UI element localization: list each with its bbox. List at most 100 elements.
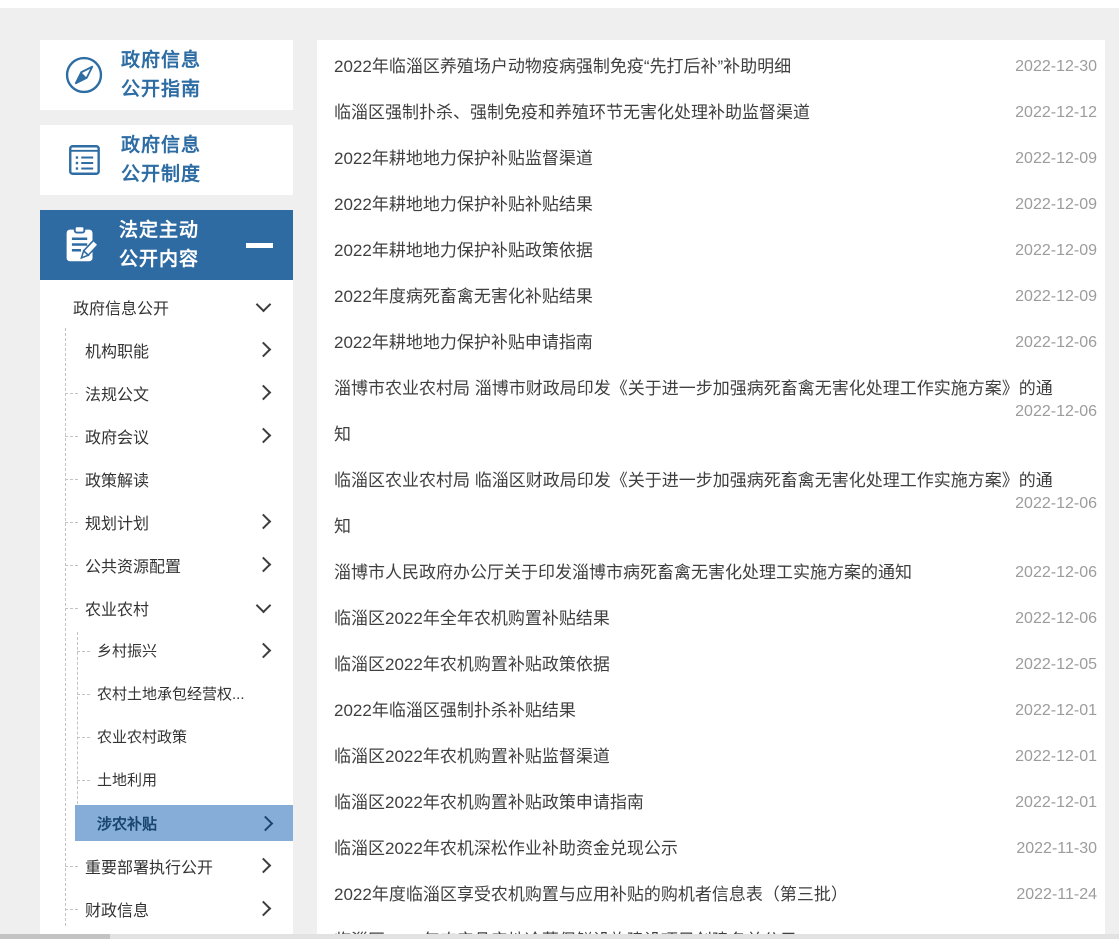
article-date: 2022-12-01 [1015,748,1097,766]
article-title: 淄博市农业农村局 淄博市财政局印发《关于进一步加强病死畜禽无害化处理工作实施方案… [334,366,1059,458]
sidebar-item-label: 乡村振兴 [97,640,157,661]
article-row[interactable]: 2022年临淄区养殖场户动物疫病强制免疫“先打后补”补助明细2022-12-30 [334,44,1097,90]
sidebar-item-label: 财政信息 [85,897,149,921]
sidebar-item-label: 农业农村 [85,596,149,620]
sidebar-item-11[interactable]: 土地利用 [40,758,293,801]
chevron-right-icon [256,385,272,401]
card-title: 政府信息 公开指南 [121,46,201,104]
article-date: 2022-11-30 [1016,840,1097,858]
sidebar-item-14[interactable]: 财政信息 [40,887,293,930]
sidebar-card-statutory-disclosure-active[interactable]: 法定主动 公开内容 [40,210,293,280]
card-title-line1: 政府信息 [121,131,201,160]
sidebar-item-1[interactable]: 机构职能 [40,328,293,371]
sidebar-item-2[interactable]: 法规公文 [40,371,293,414]
sidebar-item-10[interactable]: 农业农村政策 [40,715,293,758]
chevron-right-icon [256,901,272,917]
article-title: 2022年耕地地力保护补贴申请指南 [334,320,1059,366]
article-title: 临淄区2022年农机购置补贴政策申请指南 [334,780,1059,826]
article-row[interactable]: 2022年耕地地力保护补贴申请指南2022-12-06 [334,320,1097,366]
article-row[interactable]: 2022年度病死畜禽无害化补贴结果2022-12-09 [334,274,1097,320]
article-date: 2022-12-09 [1015,242,1097,260]
chevron-right-icon [256,557,272,573]
sidebar-item-7[interactable]: 农业农村 [40,586,293,629]
article-title: 淄博市人民政府办公厅关于印发淄博市病死畜禽无害化处理工实施方案的通知 [334,550,1059,596]
sidebar-item-label: 农业农村政策 [97,726,187,747]
sidebar-item-label: 土地利用 [97,769,157,790]
horizontal-scrollbar[interactable] [0,934,1119,939]
sidebar-item-13[interactable]: 重要部署执行公开 [40,844,293,887]
article-date: 2022-12-09 [1015,196,1097,214]
sidebar-item-label: 规划计划 [85,510,149,534]
sidebar-item-5[interactable]: 规划计划 [40,500,293,543]
article-title: 临淄区2022年农机深松作业补助资金兑现公示 [334,826,1059,872]
article-row[interactable]: 临淄区强制扑杀、强制免疫和养殖环节无害化处理补助监督渠道2022-12-12 [334,90,1097,136]
article-row[interactable]: 2022年临淄区强制扑杀补贴结果2022-12-01 [334,688,1097,734]
card-title-line1: 政府信息 [121,46,201,75]
article-row[interactable]: 临淄区农业农村局 临淄区财政局印发《关于进一步加强病死畜禽无害化处理工作实施方案… [334,458,1097,550]
sidebar-item-active[interactable]: 涉农补贴 [75,805,293,841]
chevron-right-icon [256,514,272,530]
article-title: 临淄区强制扑杀、强制免疫和养殖环节无害化处理补助监督渠道 [334,90,1059,136]
chevron-right-icon [258,815,274,831]
article-date: 2022-12-06 [1015,610,1097,628]
sidebar-item-label: 涉农补贴 [97,813,157,834]
article-row[interactable]: 淄博市人民政府办公厅关于印发淄博市病死畜禽无害化处理工实施方案的通知2022-1… [334,550,1097,596]
article-title: 2022年度临淄区享受农机购置与应用补贴的购机者信息表（第三批） [334,872,1059,918]
clipboard-pencil-icon [58,222,104,268]
card-title-line1: 法定主动 [119,216,199,245]
article-date: 2022-11-24 [1016,886,1097,904]
article-row[interactable]: 临淄区2022年农机深松作业补助资金兑现公示2022-11-30 [334,826,1097,872]
article-title: 2022年度病死畜禽无害化补贴结果 [334,274,1059,320]
chevron-right-icon [256,858,272,874]
article-row[interactable]: 临淄区2022年农机购置补贴政策申请指南2022-12-01 [334,780,1097,826]
article-date: 2022-12-06 [1015,564,1097,582]
sidebar-item-label: 政府会议 [85,424,149,448]
article-row[interactable]: 2022年耕地地力保护补贴补贴结果2022-12-09 [334,182,1097,228]
chevron-right-icon [256,428,272,444]
card-title: 政府信息 公开制度 [121,131,201,189]
article-title: 2022年临淄区强制扑杀补贴结果 [334,688,1059,734]
article-row[interactable]: 临淄区2022年农机购置补贴政策依据2022-12-05 [334,642,1097,688]
horizontal-scrollbar-thumb[interactable] [0,934,110,939]
sidebar: 政府信息 公开指南 政府信息 公开制度 [40,40,293,939]
top-strip [0,0,1119,8]
article-date: 2022-12-05 [1015,656,1097,674]
article-row[interactable]: 临淄区2022年全年农机购置补贴结果2022-12-06 [334,596,1097,642]
article-title: 2022年耕地地力保护补贴补贴结果 [334,182,1059,228]
card-title-line2: 公开内容 [119,245,199,274]
compass-icon [62,53,106,97]
sidebar-item-label: 农村土地承包经营权... [97,683,245,704]
article-title: 2022年临淄区养殖场户动物疫病强制免疫“先打后补”补助明细 [334,44,1059,90]
sidebar-item-label: 机构职能 [85,338,149,362]
article-date: 2022-12-09 [1015,288,1097,306]
card-title: 法定主动 公开内容 [119,216,199,274]
article-date: 2022-12-12 [1015,104,1097,122]
article-row[interactable]: 淄博市农业农村局 淄博市财政局印发《关于进一步加强病死畜禽无害化处理工作实施方案… [334,366,1097,458]
chevron-down-icon [256,297,272,313]
article-date: 2022-12-09 [1015,150,1097,168]
article-title: 临淄区2022年农机购置补贴政策依据 [334,642,1059,688]
article-row[interactable]: 临淄区2022年农机购置补贴监督渠道2022-12-01 [334,734,1097,780]
sidebar-item-4[interactable]: 政策解读 [40,457,293,500]
article-date: 2022-12-30 [1015,58,1097,76]
sidebar-item-9[interactable]: 农村土地承包经营权... [40,672,293,715]
article-title: 2022年耕地地力保护补贴政策依据 [334,228,1059,274]
sidebar-item-8[interactable]: 乡村振兴 [40,629,293,672]
sidebar-card-disclosure-guide[interactable]: 政府信息 公开指南 [40,40,293,110]
sidebar-item-3[interactable]: 政府会议 [40,414,293,457]
sidebar-item-label: 政策解读 [85,467,149,491]
article-title: 临淄区2022年农机购置补贴监督渠道 [334,734,1059,780]
sidebar-card-disclosure-system[interactable]: 政府信息 公开制度 [40,125,293,195]
article-title: 2022年耕地地力保护补贴监督渠道 [334,136,1059,182]
collapse-minus-icon[interactable] [246,243,273,248]
card-title-line2: 公开制度 [121,160,201,189]
sidebar-item-0[interactable]: 政府信息公开 [40,285,293,328]
article-list: 2022年临淄区养殖场户动物疫病强制免疫“先打后补”补助明细2022-12-30… [317,40,1105,939]
chevron-right-icon [256,342,272,358]
card-title-line2: 公开指南 [121,75,201,104]
article-row[interactable]: 2022年耕地地力保护补贴政策依据2022-12-09 [334,228,1097,274]
sidebar-item-6[interactable]: 公共资源配置 [40,543,293,586]
article-row[interactable]: 2022年耕地地力保护补贴监督渠道2022-12-09 [334,136,1097,182]
article-date: 2022-12-01 [1015,794,1097,812]
article-row[interactable]: 2022年度临淄区享受农机购置与应用补贴的购机者信息表（第三批）2022-11-… [334,872,1097,918]
